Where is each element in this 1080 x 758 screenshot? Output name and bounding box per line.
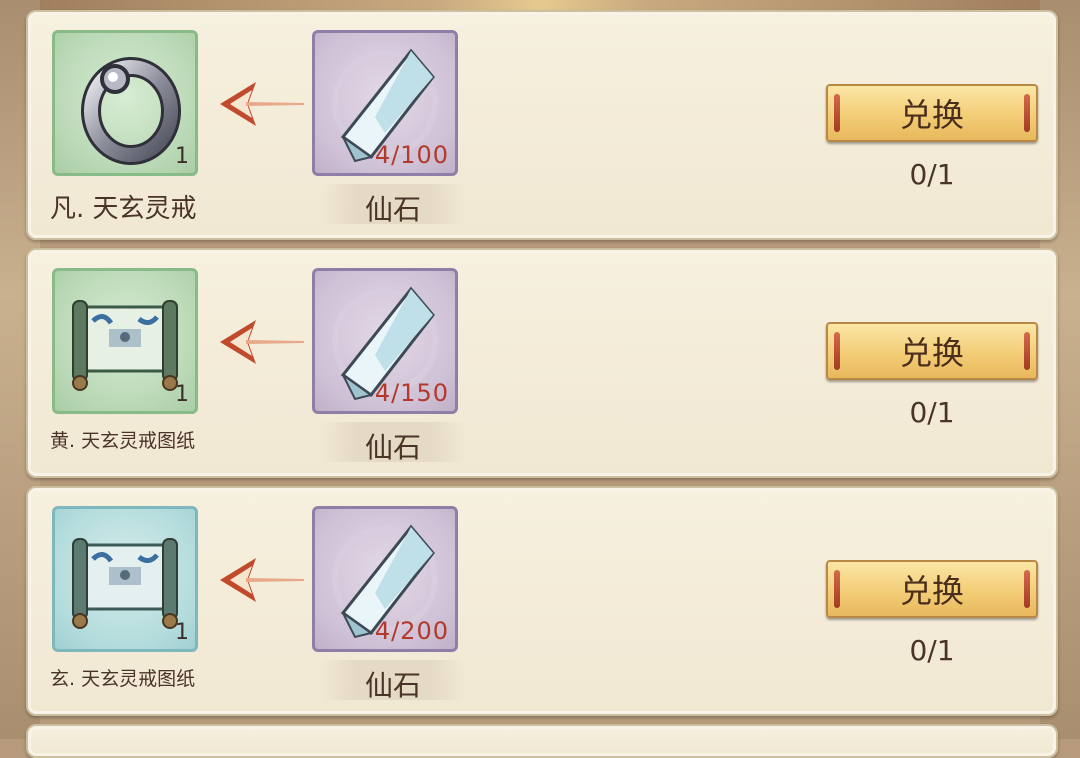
exchange-item-card: 1 凡. 天玄灵戒 4/100 仙石 兑换 0/1 <box>26 10 1058 240</box>
exchange-button-label: 兑换 <box>899 334 964 372</box>
ring-icon <box>81 57 181 165</box>
reward-slot[interactable]: 1 <box>52 30 198 176</box>
reward-name: 凡. 天玄灵戒 <box>50 194 197 224</box>
scroll-icon <box>72 538 178 629</box>
cost-required: 4/100 <box>374 141 449 169</box>
exchange-limit: 0/1 <box>909 396 955 429</box>
exchange-item-card-partial <box>26 724 1058 758</box>
exchange-button[interactable]: 兑换 <box>826 560 1038 618</box>
exchange-button-label: 兑换 <box>899 572 964 610</box>
reward-quantity: 1 <box>175 382 189 407</box>
reward-quantity: 1 <box>175 144 189 169</box>
exchange-item-card: 1 玄. 天玄灵戒图纸 4/200 仙石 兑换 0/1 <box>26 486 1058 716</box>
exchange-item-card: 1 黄. 天玄灵戒图纸 4/150 仙石 兑换 0/1 <box>26 248 1058 478</box>
button-ornament-right <box>1024 570 1030 608</box>
cost-name: 仙石 <box>364 431 421 464</box>
cost-name: 仙石 <box>364 669 421 702</box>
cost-required: 4/150 <box>374 379 449 407</box>
cost-slot[interactable]: 4/200 <box>312 506 458 652</box>
button-ornament-right <box>1024 332 1030 370</box>
button-ornament-right <box>1024 94 1030 132</box>
button-ornament-left <box>834 94 840 132</box>
exchange-arrow-icon <box>220 82 304 126</box>
reward-slot[interactable]: 1 <box>52 506 198 652</box>
reward-slot[interactable]: 1 <box>52 268 198 414</box>
cost-slot[interactable]: 4/150 <box>312 268 458 414</box>
reward-name: 玄. 天玄灵戒图纸 <box>50 668 196 690</box>
reward-quantity: 1 <box>175 620 189 645</box>
button-ornament-left <box>834 570 840 608</box>
exchange-arrow-icon <box>220 558 304 602</box>
exchange-button[interactable]: 兑换 <box>826 84 1038 142</box>
reward-name: 黄. 天玄灵戒图纸 <box>50 430 196 452</box>
exchange-button[interactable]: 兑换 <box>826 322 1038 380</box>
cost-required: 4/200 <box>374 617 449 645</box>
exchange-button-label: 兑换 <box>899 96 964 134</box>
button-ornament-left <box>834 332 840 370</box>
exchange-arrow-icon <box>220 320 304 364</box>
scroll-icon <box>72 300 178 391</box>
cost-slot[interactable]: 4/100 <box>312 30 458 176</box>
exchange-limit: 0/1 <box>909 634 955 667</box>
exchange-limit: 0/1 <box>909 158 955 191</box>
cost-name: 仙石 <box>364 193 421 226</box>
